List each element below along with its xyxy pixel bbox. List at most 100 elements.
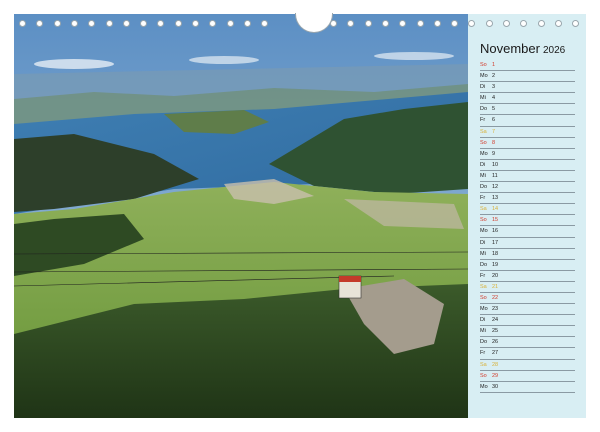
date-number: 18: [492, 250, 499, 257]
binding-hole: [19, 20, 26, 27]
weekday-label: Mi: [480, 95, 486, 102]
day-row: So 22: [480, 293, 575, 305]
binding-hole: [192, 20, 199, 27]
binding-hole: [503, 20, 510, 27]
binding-hole: [537, 20, 545, 27]
date-number: 17: [492, 239, 499, 246]
weekday-label: Di: [480, 161, 486, 168]
month-title: November 2026: [480, 41, 565, 56]
date-number: 15: [492, 217, 499, 224]
weekday-label: Sa: [480, 283, 487, 290]
weekday-label: Mo: [480, 228, 488, 235]
binding-hole: [468, 20, 476, 27]
date-number: 16: [492, 228, 499, 235]
day-row: Sa 28: [480, 360, 575, 371]
binding-hole: [433, 20, 441, 27]
binding-hole: [520, 20, 528, 27]
date-number: 2: [492, 73, 496, 80]
hanger-notch: [295, 13, 333, 33]
binding-hole: [381, 20, 389, 27]
date-number: 10: [492, 161, 499, 168]
day-row: Do 19: [480, 260, 575, 271]
weekday-label: Fr: [480, 195, 486, 202]
cloud: [34, 59, 114, 69]
weekday-label: Mo: [480, 73, 488, 80]
date-number: 24: [492, 317, 499, 324]
day-row: Di 10: [480, 160, 575, 171]
binding-hole: [174, 20, 182, 27]
binding-hole: [347, 20, 355, 27]
day-row: So 8: [480, 138, 575, 149]
weekday-label: Mo: [480, 383, 488, 390]
day-row: Fr 27: [480, 348, 575, 360]
weekday-label: Di: [480, 239, 486, 246]
weekday-label: Sa: [480, 361, 487, 368]
day-row: Di 3: [480, 82, 575, 94]
binding-hole: [36, 20, 44, 27]
date-number: 19: [492, 261, 499, 268]
day-row: Fr 13: [480, 193, 575, 205]
binding-hole: [226, 20, 234, 27]
day-row: Do 26: [480, 337, 575, 349]
binding-hole: [572, 20, 580, 27]
day-row: So 29: [480, 371, 575, 382]
year-label: 2026: [542, 45, 566, 56]
day-row: Mo 16: [480, 226, 575, 238]
weekday-label: Do: [480, 261, 488, 268]
day-row: So 1: [480, 60, 575, 72]
date-number: 3: [492, 84, 496, 91]
cloud: [374, 52, 454, 60]
day-row: Do 5: [480, 104, 575, 116]
date-number: 4: [492, 95, 496, 102]
date-number: 5: [492, 106, 496, 113]
day-row: Mi 11: [480, 171, 575, 183]
day-row: Di 24: [480, 315, 575, 327]
landscape-illustration: [14, 14, 468, 418]
cable-car-roof: [339, 276, 361, 282]
month-name: November: [480, 41, 540, 56]
date-number: 28: [492, 361, 499, 368]
weekday-label: Mo: [480, 150, 488, 157]
binding-hole: [88, 20, 96, 27]
day-row: Fr 6: [480, 115, 575, 127]
day-row: Sa 7: [480, 127, 575, 138]
weekday-label: Fr: [480, 117, 486, 124]
date-number: 27: [492, 350, 499, 357]
binding-hole: [105, 20, 113, 27]
weekday-label: So: [480, 217, 487, 224]
binding-hole: [53, 20, 61, 27]
binding-hole: [485, 20, 493, 27]
date-number: 23: [492, 306, 499, 313]
binding-hole: [399, 20, 407, 27]
day-row: Mo 2: [480, 71, 575, 83]
cloud: [189, 56, 259, 64]
day-row: Mi 18: [480, 249, 575, 260]
date-number: 13: [492, 195, 499, 202]
binding-hole: [261, 20, 269, 27]
weekday-label: So: [480, 372, 487, 379]
weekday-label: Mi: [480, 328, 486, 335]
date-number: 26: [492, 339, 499, 346]
weekday-label: Fr: [480, 272, 486, 279]
day-row: Fr 20: [480, 271, 575, 282]
date-number: 8: [492, 139, 496, 146]
binding-hole: [209, 20, 217, 27]
weekday-label: Sa: [480, 206, 487, 213]
binding-hole: [451, 20, 459, 27]
date-number: 30: [492, 383, 499, 390]
weekday-label: Do: [480, 106, 488, 113]
day-row: So 15: [480, 215, 575, 227]
day-row: Sa 14: [480, 204, 575, 216]
day-row: Mi 4: [480, 93, 575, 105]
spiral-binding: [14, 13, 586, 36]
calendar-page: November 2026 So 1 Mo 2 Di 3 Mi 4 Do 5 Fr 6 Sa 7 So 8 Mo 9…: [0, 0, 600, 432]
binding-hole: [140, 20, 148, 27]
date-number: 20: [492, 272, 499, 279]
weekday-label: Di: [480, 317, 486, 324]
weekday-label: Do: [480, 339, 488, 346]
weekday-label: So: [480, 62, 487, 68]
date-number: 29: [492, 372, 499, 379]
binding-hole: [70, 20, 78, 27]
day-row: Do 12: [480, 182, 575, 194]
day-list: So 1 Mo 2 Di 3 Mi 4 Do 5 Fr 6 Sa 7 So 8 Mo 9 Di 10 Mi 11 Do 12 F…: [480, 60, 575, 393]
